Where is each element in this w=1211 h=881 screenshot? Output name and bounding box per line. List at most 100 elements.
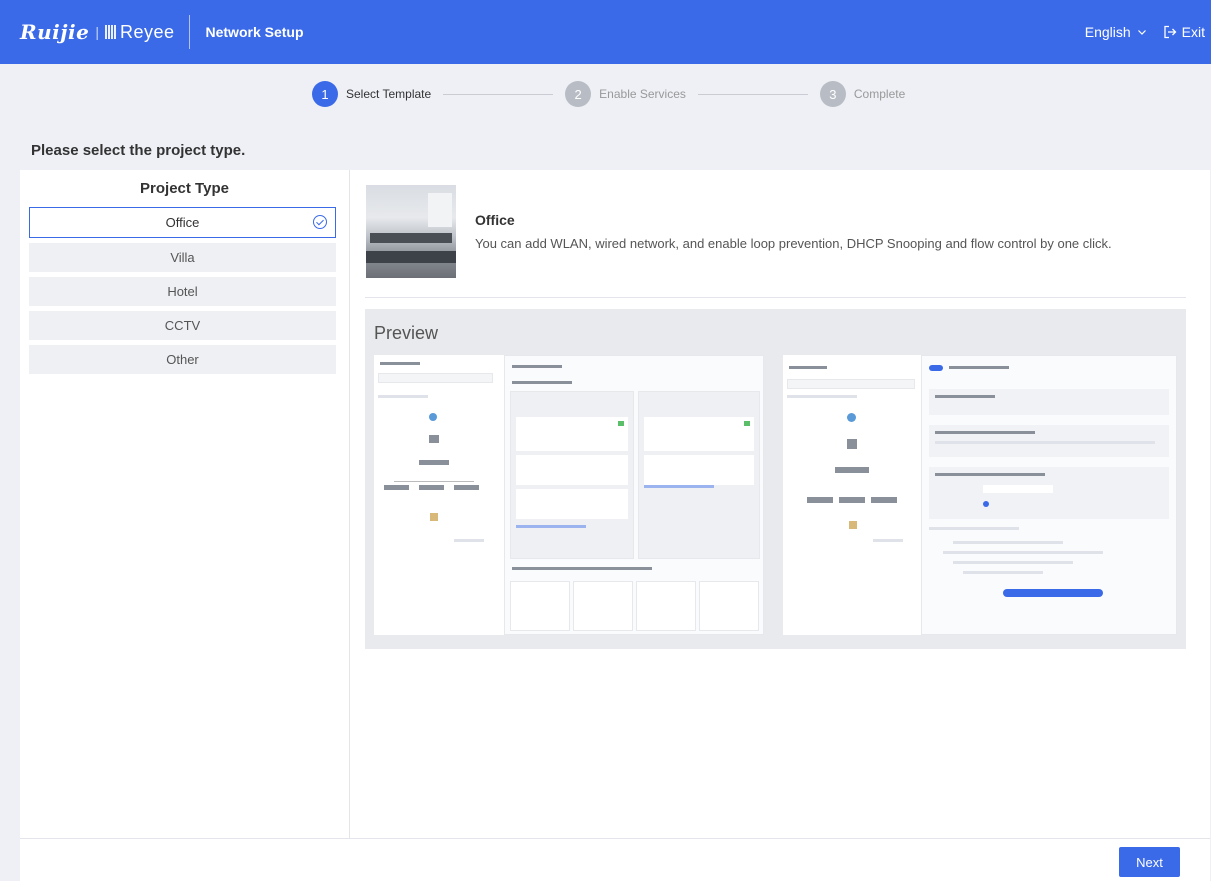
logout-icon [1164,25,1177,39]
preview-skeleton [1003,589,1103,597]
main-panel: Project Type Office Villa Hotel CCTV Oth… [20,170,1210,838]
check-circle-icon [313,215,327,229]
preview-skeleton [384,485,409,490]
step-label: Complete [853,87,906,101]
header-divider [188,15,190,49]
preview-skeleton [935,441,1155,444]
exit-label: Exit [1181,24,1205,40]
preview-skeleton [807,497,833,503]
project-type-other[interactable]: Other [29,345,336,374]
preview-skeleton [849,521,857,529]
step-number: 3 [819,81,846,107]
step-number: 2 [565,81,592,107]
preview-skeleton [949,366,1009,369]
setup-steps: 1 Select Template 2 Enable Services 3 Co… [312,81,905,107]
preview-skeleton [871,497,897,503]
preview-skeleton [419,460,449,465]
preview-skeleton [935,431,1035,434]
top-header: Ruijie | Reyee Network Setup English Exi… [0,0,1211,64]
step-select-template: 1 Select Template [312,81,431,107]
preview-skeleton [516,417,628,451]
preview-skeleton [512,381,572,384]
preview-skeleton [699,581,759,631]
preview-skeleton [929,389,1169,415]
preview-skeleton [636,581,696,631]
ruijie-logo: Ruijie [20,20,90,44]
preview-skeleton [516,525,586,528]
exit-button[interactable]: Exit [1163,24,1205,40]
preview-skeleton [394,481,474,482]
preview-title: Preview [374,323,439,343]
project-type-office[interactable]: Office [29,207,336,238]
reyee-mark-icon [104,24,117,39]
preview-skeleton [963,571,1043,574]
language-selector[interactable]: English [1085,24,1147,40]
step-number: 1 [312,81,338,107]
preview-skeleton [454,539,484,542]
project-type-cctv[interactable]: CCTV [29,311,336,340]
reyee-logo: Reyee [104,21,175,43]
project-type-hotel[interactable]: Hotel [29,277,336,306]
preview-skeleton [983,485,1053,493]
preview-skeleton [787,395,857,398]
preview-skeleton [873,539,903,542]
preview-skeleton [644,485,714,488]
preview-skeleton [847,439,857,449]
project-type-label: Other [166,352,199,367]
reyee-logo-text: Reyee [119,21,175,42]
preview-skeleton [516,489,628,519]
preview-skeleton [929,365,943,371]
preview-skeleton [789,366,827,369]
step-connector [443,93,554,95]
language-label: English [1084,24,1131,40]
preview-section: Preview [365,309,1186,649]
preview-skeleton [943,551,1103,554]
preview-skeleton [516,455,628,485]
logo-separator: | [95,24,99,40]
preview-skeleton [839,497,865,503]
preview-skeleton [378,395,428,398]
preview-skeleton [929,527,1019,530]
office-photo-chairs [366,251,456,263]
office-photo-window [428,193,452,227]
preview-skeleton [454,485,479,490]
preview-skeleton [512,365,562,368]
preview-skeleton [787,379,915,389]
preview-skeleton [429,435,439,443]
office-photo-desks [370,233,452,243]
preview-skeleton [847,413,856,422]
project-title: Office [475,212,515,228]
preview-skeleton [935,473,1045,476]
preview-skeleton [378,373,493,383]
step-connector [697,93,808,95]
project-type-panel: Project Type Office Villa Hotel CCTV Oth… [20,170,350,838]
header-actions: English Exit [1085,24,1205,40]
office-photo [366,185,456,278]
preview-skeleton [419,485,444,490]
preview-image-network-planning [374,355,764,635]
preview-skeleton [618,421,624,426]
project-type-list: Office Villa Hotel CCTV Other [29,207,336,374]
project-type-villa[interactable]: Villa [29,243,336,272]
preview-skeleton [744,421,750,426]
project-type-title: Project Type [140,180,229,197]
preview-skeleton [510,581,570,631]
preview-skeleton [953,541,1063,544]
preview-skeleton [573,581,633,631]
preview-skeleton [835,467,869,473]
preview-skeleton [644,455,754,485]
preview-skeleton [983,501,989,507]
footer-bar: Next [20,838,1210,881]
step-enable-services: 2 Enable Services [565,81,686,107]
divider [365,297,1186,298]
page-heading: Please select the project type. [31,142,246,159]
preview-skeleton [429,413,437,421]
project-type-label: CCTV [164,318,201,333]
project-type-label: Office [165,215,200,230]
next-button[interactable]: Next [1119,847,1180,877]
project-type-label: Hotel [167,284,198,299]
step-label: Enable Services [599,87,686,101]
preview-skeleton [430,513,438,521]
preview-skeleton [512,567,652,570]
app-title: Network Setup [205,24,304,40]
